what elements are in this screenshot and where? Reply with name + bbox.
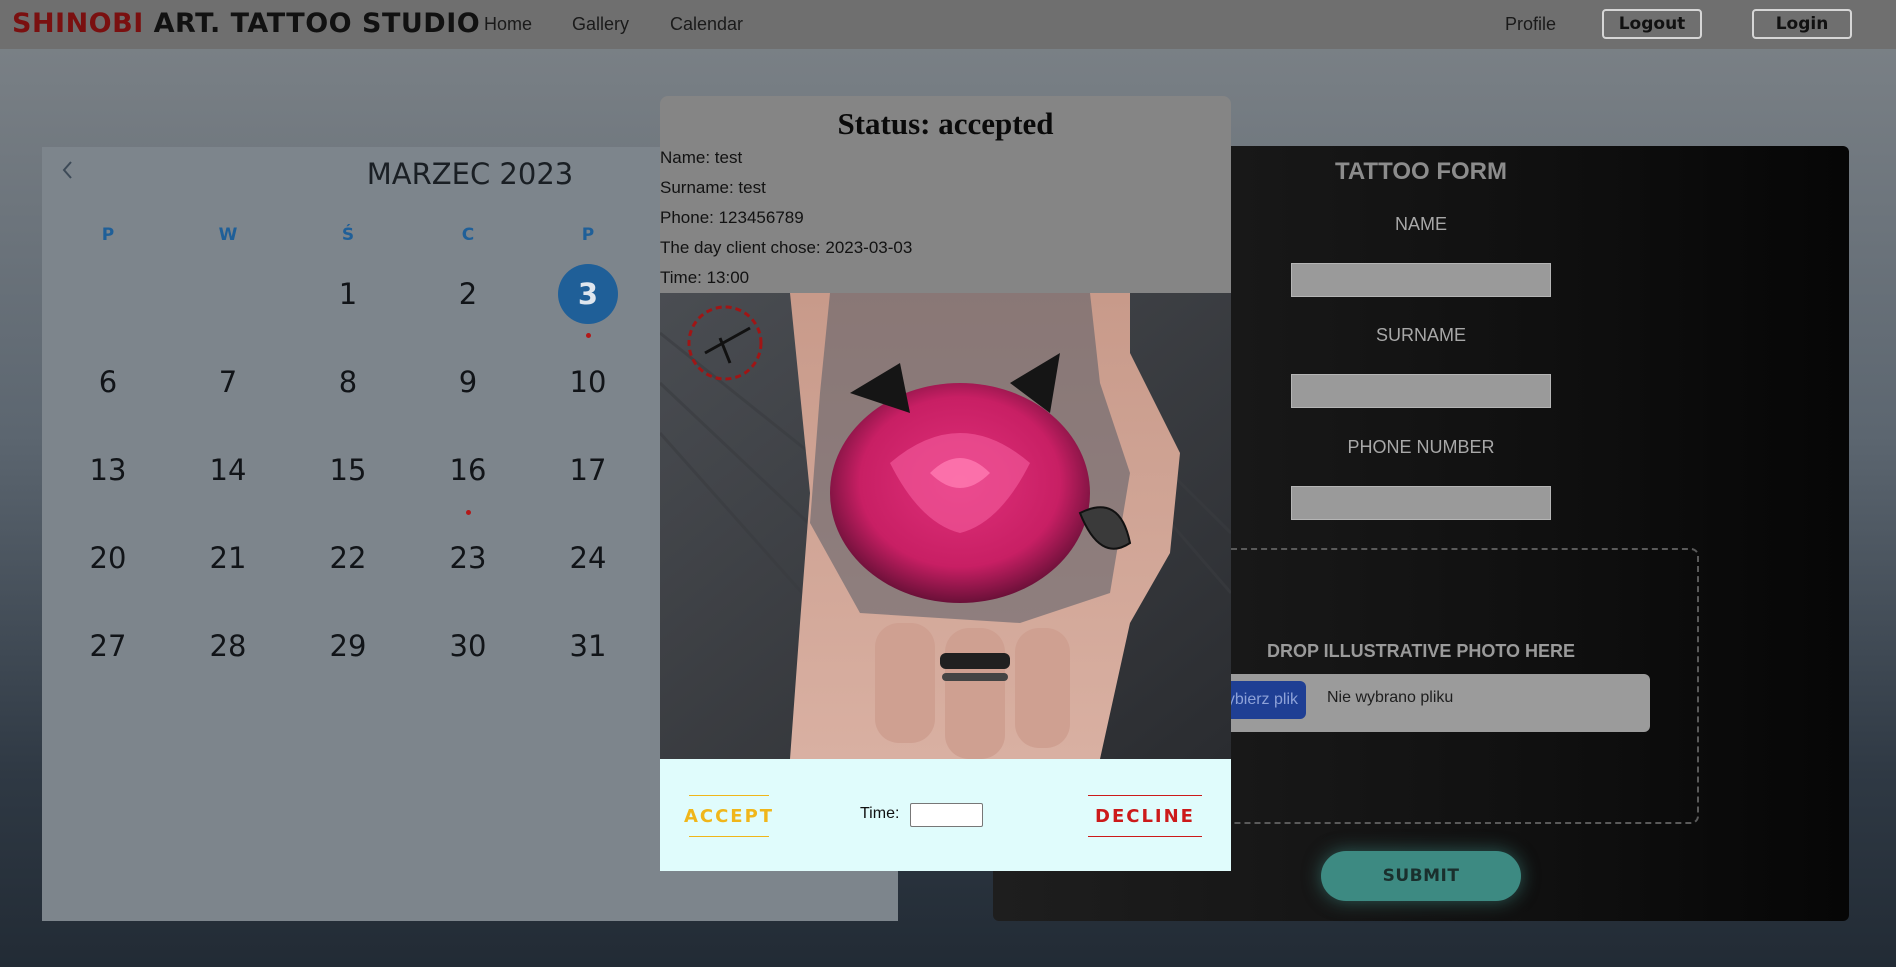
brand-logo[interactable]: SHINOBI ART. TATTOO STUDIO [12, 8, 480, 39]
calendar-day[interactable]: 30 [408, 629, 528, 663]
time-input[interactable] [910, 803, 983, 827]
submit-button[interactable]: SUBMIT [1321, 851, 1521, 901]
weekday-header: P [101, 225, 115, 245]
surname-input[interactable] [1291, 374, 1551, 408]
calendar-day[interactable]: 23 [408, 541, 528, 575]
client-chosen-day: The day client chose: 2023-03-03 [660, 238, 913, 257]
calendar-day[interactable]: 2 [408, 277, 528, 311]
weekday-header: Ś [341, 225, 355, 245]
booking-detail-modal: Status: accepted Name: test Surname: tes… [660, 96, 1231, 871]
calendar-day[interactable]: 21 [168, 541, 288, 575]
calendar-day[interactable]: 27 [48, 629, 168, 663]
weekday-header: P [581, 225, 595, 245]
file-input[interactable]: Wybierz plik Nie wybrano pliku [1218, 674, 1650, 732]
name-input[interactable] [1291, 263, 1551, 297]
calendar-day[interactable]: 1 [288, 277, 408, 311]
phone-input[interactable] [1291, 486, 1551, 520]
client-name: Name: test [660, 148, 743, 167]
choose-file-button[interactable]: Wybierz plik [1218, 681, 1306, 719]
client-phone: Phone: 123456789 [660, 208, 804, 227]
calendar-day[interactable]: 14 [168, 453, 288, 487]
client-surname: Surname: test [660, 178, 766, 197]
calendar-day[interactable]: 15 [288, 453, 408, 487]
calendar-day[interactable]: 16 [408, 453, 528, 487]
nav-profile-link[interactable]: Profile [1505, 14, 1556, 35]
calendar-day[interactable]: 29 [288, 629, 408, 663]
calendar-day[interactable]: 24 [528, 541, 648, 575]
accept-button[interactable]: ACCEPT [684, 795, 772, 837]
event-dot [466, 510, 471, 515]
weekday-header: C [461, 225, 475, 245]
modal-header: Status: accepted Name: test Surname: tes… [660, 96, 1231, 293]
calendar-day[interactable]: 13 [48, 453, 168, 487]
calendar-day[interactable]: 7 [168, 365, 288, 399]
decline-button[interactable]: DECLINE [1088, 795, 1202, 837]
calendar-day[interactable]: 10 [528, 365, 648, 399]
client-time: Time: 13:00 [660, 268, 750, 287]
weekday-header: W [218, 225, 238, 245]
brand-highlight: SHINOBI [12, 8, 144, 39]
modal-footer: ACCEPT Time: DECLINE [660, 759, 1231, 871]
calendar-day[interactable]: 28 [168, 629, 288, 663]
event-dot [586, 333, 591, 338]
modal-status-title: Status: accepted [837, 106, 1054, 141]
calendar-day[interactable]: 22 [288, 541, 408, 575]
nav-gallery-link[interactable]: Gallery [572, 14, 629, 35]
brand-rest: ART. TATTOO STUDIO [143, 8, 481, 39]
logout-button[interactable]: Logout [1602, 9, 1702, 39]
nav-calendar-link[interactable]: Calendar [670, 14, 743, 35]
calendar-day[interactable]: 8 [288, 365, 408, 399]
top-navbar: SHINOBI ART. TATTOO STUDIO Home Gallery … [0, 0, 1896, 49]
file-name-text: Nie wybrano pliku [1327, 689, 1454, 706]
calendar-day[interactable]: 6 [48, 365, 168, 399]
calendar-day[interactable]: 31 [528, 629, 648, 663]
calendar-day[interactable]: 17 [528, 453, 648, 487]
calendar-day[interactable]: 9 [408, 365, 528, 399]
time-label: Time: [860, 805, 900, 822]
selected-day-label: 3 [558, 264, 618, 324]
nav-home-link[interactable]: Home [484, 14, 532, 35]
calendar-day-selected[interactable]: 3 [528, 264, 648, 324]
calendar-day[interactable]: 20 [48, 541, 168, 575]
login-button[interactable]: Login [1752, 9, 1852, 39]
tattoo-photo [660, 293, 1231, 759]
